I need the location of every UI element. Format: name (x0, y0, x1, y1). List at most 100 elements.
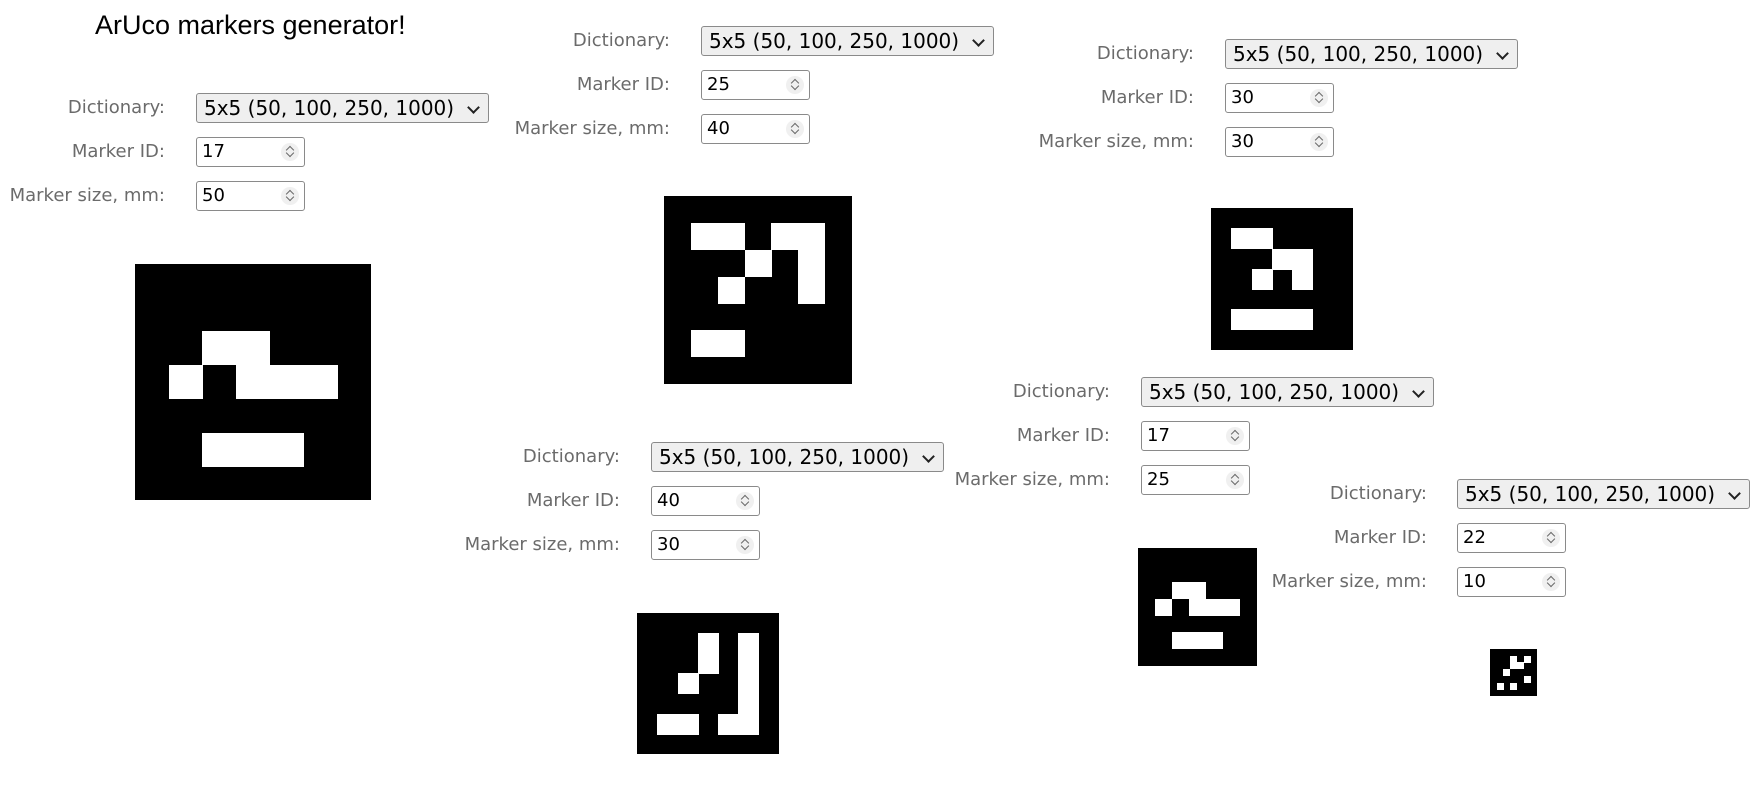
dictionary-value: 5x5 (50, 100, 250, 1000) (1233, 42, 1484, 66)
marker-cell (1251, 228, 1273, 250)
marker-id-value: 17 (202, 141, 225, 162)
marker-size-input[interactable]: 50 (196, 181, 305, 211)
marker-size-value: 25 (1147, 469, 1170, 490)
marker-cell (738, 633, 760, 655)
marker-cell (1516, 662, 1524, 670)
marker-cell (798, 249, 826, 277)
marker-id-value: 30 (1231, 87, 1254, 108)
dictionary-label: Dictionary: (1329, 483, 1427, 504)
marker-cell (1271, 309, 1293, 331)
marker-cell (1503, 669, 1511, 677)
marker-size-input[interactable]: 30 (1225, 127, 1334, 157)
dictionary-select[interactable]: 5x5 (50, 100, 250, 1000) (1141, 377, 1434, 407)
marker-cell (738, 693, 760, 715)
dictionary-select[interactable]: 5x5 (50, 100, 250, 1000) (1457, 479, 1750, 509)
marker-id-input[interactable]: 25 (701, 70, 810, 100)
marker-cell (1292, 268, 1314, 290)
marker-cell (677, 713, 699, 735)
dictionary-select[interactable]: 5x5 (50, 100, 250, 1000) (1225, 39, 1518, 69)
marker-cell (1251, 268, 1273, 290)
marker-size-label: Marker size, mm: (9, 185, 165, 206)
marker-cell (690, 330, 718, 358)
dictionary-select[interactable]: 5x5 (50, 100, 250, 1000) (196, 93, 489, 123)
marker-cell (1251, 309, 1273, 331)
dictionary-value: 5x5 (50, 100, 250, 1000) (1465, 482, 1716, 506)
marker-size-label: Marker size, mm: (514, 118, 670, 139)
marker-size-value: 50 (202, 185, 225, 206)
marker-cell (677, 673, 699, 695)
spinner-icon[interactable] (281, 143, 299, 161)
aruco-marker-image (664, 196, 852, 384)
marker-id-label: Marker ID: (1100, 87, 1194, 108)
marker-cell (1189, 598, 1206, 616)
spinner-icon[interactable] (1310, 133, 1328, 151)
aruco-marker-image (135, 264, 371, 500)
spinner-icon[interactable] (1226, 427, 1244, 445)
marker-id-value: 40 (657, 490, 680, 511)
spinner-icon[interactable] (1310, 89, 1328, 107)
marker-cell (1206, 598, 1223, 616)
marker-cell (236, 331, 271, 366)
marker-size-input[interactable]: 25 (1141, 465, 1250, 495)
marker-id-label: Marker ID: (576, 74, 670, 95)
dictionary-label: Dictionary: (522, 446, 620, 467)
marker-id-input[interactable]: 40 (651, 486, 760, 516)
spinner-icon[interactable] (1542, 529, 1560, 547)
marker-size-value: 30 (1231, 131, 1254, 152)
marker-cell (1172, 632, 1189, 650)
marker-cell (1510, 682, 1518, 690)
marker-size-label: Marker size, mm: (464, 534, 620, 555)
marker-cell (1292, 248, 1314, 270)
spinner-icon[interactable] (1542, 573, 1560, 591)
marker-size-input[interactable]: 10 (1457, 567, 1566, 597)
marker-id-input[interactable]: 17 (196, 137, 305, 167)
spinner-icon[interactable] (736, 492, 754, 510)
marker-cell (717, 330, 745, 358)
marker-cell (236, 432, 271, 467)
marker-cell (202, 432, 237, 467)
dictionary-value: 5x5 (50, 100, 250, 1000) (204, 96, 455, 120)
marker-id-input[interactable]: 22 (1457, 523, 1566, 553)
marker-cell (798, 222, 826, 250)
marker-id-input[interactable]: 17 (1141, 421, 1250, 451)
marker-id-input[interactable]: 30 (1225, 83, 1334, 113)
aruco-marker-image (637, 613, 779, 754)
marker-size-value: 10 (1463, 571, 1486, 592)
spinner-icon[interactable] (786, 120, 804, 138)
spinner-icon[interactable] (1226, 471, 1244, 489)
aruco-marker-image (1138, 548, 1257, 666)
marker-cell (738, 713, 760, 735)
marker-size-label: Marker size, mm: (1271, 571, 1427, 592)
spinner-icon[interactable] (281, 187, 299, 205)
marker-cell (269, 432, 304, 467)
marker-cell (1496, 682, 1504, 690)
marker-size-label: Marker size, mm: (954, 469, 1110, 490)
spinner-icon[interactable] (786, 76, 804, 94)
marker-cell (717, 276, 745, 304)
page-title: ArUco markers generator! (95, 10, 406, 40)
marker-cell (1223, 598, 1240, 616)
marker-size-input[interactable]: 40 (701, 114, 810, 144)
chevron-down-icon (922, 450, 935, 463)
marker-cell (718, 713, 740, 735)
chevron-down-icon (972, 34, 985, 47)
marker-cell (771, 222, 799, 250)
marker-id-label: Marker ID: (526, 490, 620, 511)
aruco-marker-image (1211, 208, 1353, 350)
marker-cell (697, 633, 719, 655)
marker-cell (1231, 228, 1253, 250)
marker-cell (1231, 309, 1253, 331)
marker-cell (269, 365, 304, 400)
dictionary-select[interactable]: 5x5 (50, 100, 250, 1000) (701, 26, 994, 56)
marker-cell (738, 653, 760, 675)
dictionary-select[interactable]: 5x5 (50, 100, 250, 1000) (651, 442, 944, 472)
dictionary-label: Dictionary: (67, 97, 165, 118)
marker-cell (798, 276, 826, 304)
marker-cell (1155, 598, 1172, 616)
dictionary-value: 5x5 (50, 100, 250, 1000) (1149, 380, 1400, 404)
aruco-marker-image (1490, 649, 1537, 696)
spinner-icon[interactable] (736, 536, 754, 554)
marker-cell (657, 713, 679, 735)
marker-cell (1292, 309, 1314, 331)
marker-size-input[interactable]: 30 (651, 530, 760, 560)
